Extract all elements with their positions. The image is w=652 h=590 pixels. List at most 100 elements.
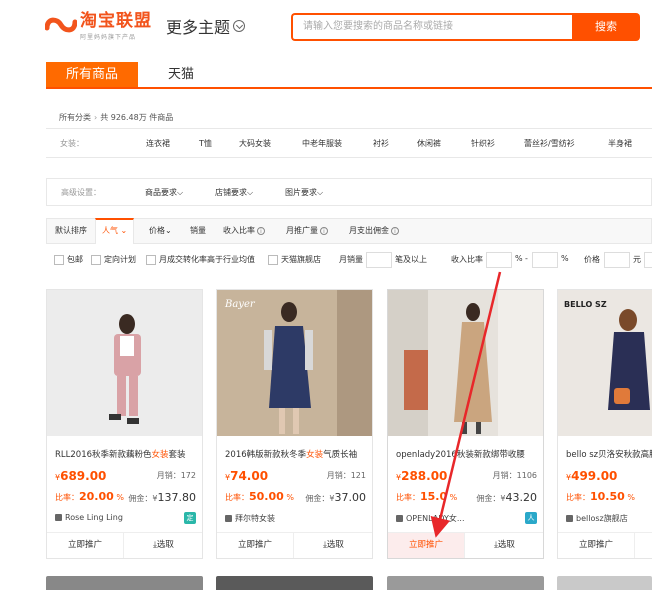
shop-requirements-dropdown[interactable]: 店铺要求⌵ — [215, 187, 253, 198]
category-item[interactable]: T恤 — [199, 138, 212, 149]
tmall-flagship-label: 天猫旗舰店 — [281, 255, 321, 264]
percent-unit: % — [515, 254, 523, 263]
filter-row: 包邮 定向计划 月成交转化率高于行业均值 天猫旗舰店 月销量 笔及以上 收入比率… — [46, 249, 652, 271]
advanced-settings-label: 高级设置： — [61, 188, 101, 197]
product-price: ¥74.00 — [225, 469, 269, 483]
sort-monthly-commission[interactable]: 月支出佣金 i — [343, 219, 405, 243]
shop-name[interactable]: bellosz旗舰店 — [566, 513, 651, 524]
range-dash: - — [525, 254, 528, 263]
product-card[interactable]: BELLO SZ bello sz贝洛安秋款高腰 ¥499.00 比率：10.5… — [557, 289, 652, 559]
sort-monthly-promotion[interactable]: 月推广量 i — [280, 219, 334, 243]
category-item[interactable]: 中老年服装 — [302, 138, 342, 149]
info-icon: i — [391, 226, 399, 235]
breadcrumb-all-categories[interactable]: 所有分类 — [59, 113, 91, 122]
category-label: 女装： — [60, 139, 84, 148]
monthly-sales-input[interactable] — [366, 252, 392, 268]
product-monthly-sales: 月销：121 — [326, 471, 366, 480]
tab-all-products[interactable]: 所有商品 — [46, 62, 138, 87]
shop-icon — [566, 515, 573, 522]
category-item[interactable]: 大码女装 — [239, 138, 271, 149]
conversion-checkbox[interactable] — [146, 255, 156, 265]
select-button[interactable]: ⤓选取 — [466, 533, 543, 558]
monthly-sales-label: 月销量 — [339, 255, 363, 264]
sort-income-ratio[interactable]: 收入比率 i — [217, 219, 271, 243]
brand-watermark: BELLO SZ — [564, 300, 607, 309]
advanced-settings-row: 高级设置： 商品要求⌵ 店铺要求⌵ 图片要求⌵ — [46, 178, 652, 206]
promote-now-button[interactable]: 立即推广 — [558, 533, 635, 558]
product-income-ratio: 比率：50.00 % — [225, 490, 294, 503]
logo-subtitle: 阿里妈妈旗下产品 — [80, 34, 137, 41]
next-row-card-top — [216, 576, 373, 590]
taobao-union-logo[interactable]: 淘宝联盟 阿里妈妈旗下产品 — [44, 12, 152, 42]
brand-watermark: Bayer — [224, 299, 256, 310]
category-filter-row: 女装： 连衣裙 T恤 大码女装 中老年服装 衬衫 休闲裤 针织衫 蕾丝衫/雪纺衫… — [46, 128, 652, 158]
product-image[interactable] — [388, 290, 543, 436]
ratio-max-input[interactable] — [532, 252, 558, 268]
category-item[interactable]: 针织衫 — [471, 138, 495, 149]
product-commission: 佣金：¥43.20 — [476, 491, 537, 504]
select-button[interactable]: ⤓选取 — [125, 533, 202, 558]
sort-popularity[interactable]: 人气 ⌄ — [95, 218, 135, 244]
promote-now-button[interactable]: 立即推广 — [47, 533, 124, 558]
image-requirements-dropdown[interactable]: 图片要求⌵ — [285, 187, 323, 198]
promote-now-button[interactable]: 立即推广 — [388, 533, 465, 558]
person-badge-icon: 人 — [525, 512, 537, 524]
product-requirements-dropdown[interactable]: 商品要求⌵ — [145, 187, 183, 198]
search-input[interactable]: 请输入您要搜索的商品名称或链接 — [291, 13, 573, 41]
category-item[interactable]: 休闲裤 — [417, 138, 441, 149]
ratio-min-input[interactable] — [486, 252, 512, 268]
directed-plan-checkbox[interactable] — [91, 255, 101, 265]
sort-price[interactable]: 价格⌄ — [143, 219, 178, 243]
percent-unit: % — [561, 254, 569, 263]
product-count: 共 926.48万 件商品 — [100, 113, 174, 122]
shop-icon — [225, 515, 232, 522]
product-card[interactable]: RLL2016秋季新款藕粉色女装套装 ¥689.00 月销：172 比率：20.… — [46, 289, 203, 559]
sort-default[interactable]: 默认排序 — [49, 219, 93, 243]
product-title[interactable]: RLL2016秋季新款藕粉色女装套装 — [55, 448, 201, 460]
product-image[interactable]: Bayer — [217, 290, 372, 436]
category-item[interactable]: 连衣裙 — [146, 138, 170, 149]
product-card[interactable]: openlady2016秋装新款绑带收腰 ¥288.00 月销：1106 比率：… — [387, 289, 544, 559]
chevron-down-icon: ⌵ — [247, 188, 254, 197]
tab-tmall[interactable]: 天猫 — [146, 62, 216, 87]
category-item[interactable]: 半身裙 — [608, 138, 632, 149]
shop-name[interactable]: 拜尔特女装 — [225, 513, 345, 524]
category-item[interactable]: 衬衫 — [373, 138, 389, 149]
chevron-down-icon: ⌄ — [165, 226, 172, 235]
product-title[interactable]: openlady2016秋装新款绑带收腰 — [396, 448, 542, 460]
price-min-input[interactable] — [604, 252, 630, 268]
product-title[interactable]: 2016韩版新款秋冬季女装气质长袖 — [225, 448, 371, 460]
product-income-ratio: 比率：20.00 % — [55, 490, 124, 503]
free-shipping-checkbox[interactable] — [54, 255, 64, 265]
product-commission: 佣金：¥37.00 — [305, 491, 366, 504]
ratio-filter-label: 收入比率 — [451, 255, 483, 264]
product-card[interactable]: Bayer 2016韩版新款秋冬季女装气质长袖 ¥74.00 月销：121 比率… — [216, 289, 373, 559]
tmall-flagship-checkbox[interactable] — [268, 255, 278, 265]
sort-arrow-icon: ⌄ — [120, 226, 128, 235]
sort-sales[interactable]: 销量 — [184, 219, 212, 243]
product-price: ¥689.00 — [55, 469, 107, 483]
sort-bar: 默认排序 人气 ⌄ 价格⌄ 销量 收入比率 i 月推广量 i 月支出佣金 i — [46, 218, 652, 244]
promote-now-button[interactable]: 立即推广 — [217, 533, 294, 558]
product-tabs: 所有商品 天猫 — [46, 62, 652, 89]
shop-name[interactable]: OPENLADY女... — [396, 513, 516, 524]
more-topics-menu[interactable]: 更多主题 — [166, 14, 246, 38]
currency-unit: 元 — [633, 255, 641, 264]
search-button[interactable]: 搜索 — [572, 13, 640, 41]
category-item[interactable]: 蕾丝衫/雪纺衫 — [524, 138, 575, 149]
product-income-ratio: 比率：10.50 % — [566, 490, 635, 503]
product-image[interactable]: BELLO SZ — [558, 290, 652, 436]
breadcrumb: 所有分类 › 共 926.48万 件商品 — [59, 113, 174, 122]
shop-name[interactable]: Rose Ling Ling — [55, 513, 175, 522]
product-title[interactable]: bello sz贝洛安秋款高腰 — [566, 448, 652, 460]
price-filter-label: 价格 — [584, 255, 600, 264]
more-topics-label: 更多主题 — [166, 18, 231, 37]
free-shipping-label: 包邮 — [67, 255, 83, 264]
directed-plan-label: 定向计划 — [104, 255, 136, 264]
chevron-down-icon — [233, 20, 246, 32]
price-max-input[interactable] — [644, 252, 652, 268]
product-image[interactable] — [47, 290, 202, 436]
select-button[interactable]: ⤓选取 — [295, 533, 372, 558]
info-icon: i — [320, 226, 328, 235]
shop-icon — [55, 514, 62, 521]
